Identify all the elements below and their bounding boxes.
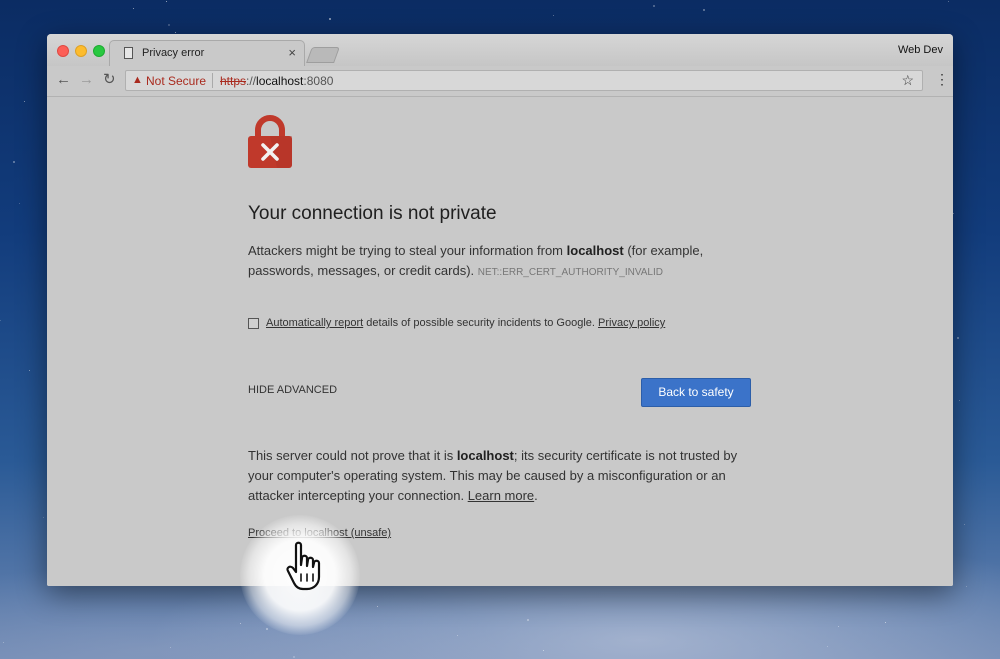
minimize-window-button[interactable] xyxy=(75,45,87,57)
star xyxy=(653,5,655,7)
tab-strip: Privacy error × Web Dev xyxy=(47,34,953,66)
url-scheme: https xyxy=(220,74,247,88)
star xyxy=(170,647,171,648)
details-text: This server could not prove that it is xyxy=(248,448,457,463)
automatically-report-link[interactable]: Automatically report xyxy=(266,317,363,329)
star xyxy=(329,18,331,20)
intro-text: Attackers might be trying to steal your … xyxy=(248,243,567,258)
star xyxy=(527,619,529,621)
star xyxy=(166,1,167,2)
close-window-button[interactable] xyxy=(57,45,69,57)
url-port: :8080 xyxy=(303,74,334,88)
star xyxy=(13,161,15,163)
back-to-safety-button[interactable]: Back to safety xyxy=(641,378,751,407)
star xyxy=(266,628,268,630)
star xyxy=(168,24,170,26)
warning-icon: ▲ xyxy=(132,74,143,86)
star xyxy=(133,8,134,9)
forward-icon[interactable]: → xyxy=(79,71,94,88)
omnibox-divider xyxy=(212,73,213,88)
star xyxy=(553,15,554,16)
address-bar[interactable]: ▲ Not Secure https://localhost:8080 ☆ xyxy=(125,70,923,91)
star xyxy=(240,623,241,624)
tab-close-icon[interactable]: × xyxy=(288,45,296,60)
hide-advanced-button[interactable]: HIDE ADVANCED xyxy=(248,384,337,396)
star xyxy=(0,320,1,321)
bookmark-star-icon[interactable]: ☆ xyxy=(901,72,914,89)
privacy-policy-link[interactable]: Privacy policy xyxy=(598,317,665,329)
interstitial-page: Your connection is not private Attackers… xyxy=(47,97,953,586)
intro-host: localhost xyxy=(566,243,624,258)
security-indicator[interactable]: Not Secure xyxy=(146,74,206,88)
star xyxy=(838,626,839,627)
star xyxy=(377,606,378,607)
tab-privacy-error[interactable]: Privacy error × xyxy=(109,40,305,66)
url-text[interactable]: https://localhost:8080 xyxy=(220,74,333,88)
report-description: details of possible security incidents t… xyxy=(363,317,599,329)
star xyxy=(293,656,295,658)
new-tab-button[interactable] xyxy=(306,47,340,63)
star xyxy=(827,646,828,647)
error-code[interactable]: NET::ERR_CERT_AUTHORITY_INVALID xyxy=(478,267,663,278)
learn-more-link[interactable]: Learn more xyxy=(468,488,534,503)
zoom-window-button[interactable] xyxy=(93,45,105,57)
details-period: . xyxy=(534,488,538,503)
details-host: localhost xyxy=(456,448,514,463)
star xyxy=(953,213,954,214)
star xyxy=(3,642,4,643)
star xyxy=(964,524,965,525)
menu-icon[interactable]: ⋮ xyxy=(935,72,949,86)
star xyxy=(175,32,176,33)
star xyxy=(959,400,960,401)
lock-error-icon xyxy=(248,115,292,168)
star xyxy=(19,203,20,204)
tab-title: Privacy error xyxy=(142,47,205,59)
reload-icon[interactable]: ↻ xyxy=(103,70,116,88)
star xyxy=(457,635,458,636)
page-title: Your connection is not private xyxy=(248,203,497,224)
star xyxy=(543,650,544,651)
browser-window: Privacy error × Web Dev ← → ↻ ▲ Not Secu… xyxy=(47,34,953,586)
star xyxy=(43,517,44,518)
advanced-details: This server could not prove that it is l… xyxy=(248,446,738,506)
url-host: localhost xyxy=(256,74,304,88)
star xyxy=(966,586,967,587)
star xyxy=(24,101,25,102)
document-icon xyxy=(124,47,133,59)
star xyxy=(29,370,30,371)
back-icon[interactable]: ← xyxy=(56,71,71,88)
hand-cursor-icon xyxy=(286,541,321,591)
warning-message: Attackers might be trying to steal your … xyxy=(248,241,718,283)
report-checkbox[interactable] xyxy=(248,318,259,329)
profile-name[interactable]: Web Dev xyxy=(898,44,943,56)
star xyxy=(703,9,705,11)
star xyxy=(948,1,949,2)
report-text: Automatically report details of possible… xyxy=(266,317,665,329)
star xyxy=(885,622,886,623)
toolbar: ← → ↻ ▲ Not Secure https://localhost:808… xyxy=(47,66,953,97)
url-separator: :// xyxy=(246,74,257,88)
star xyxy=(957,337,959,339)
